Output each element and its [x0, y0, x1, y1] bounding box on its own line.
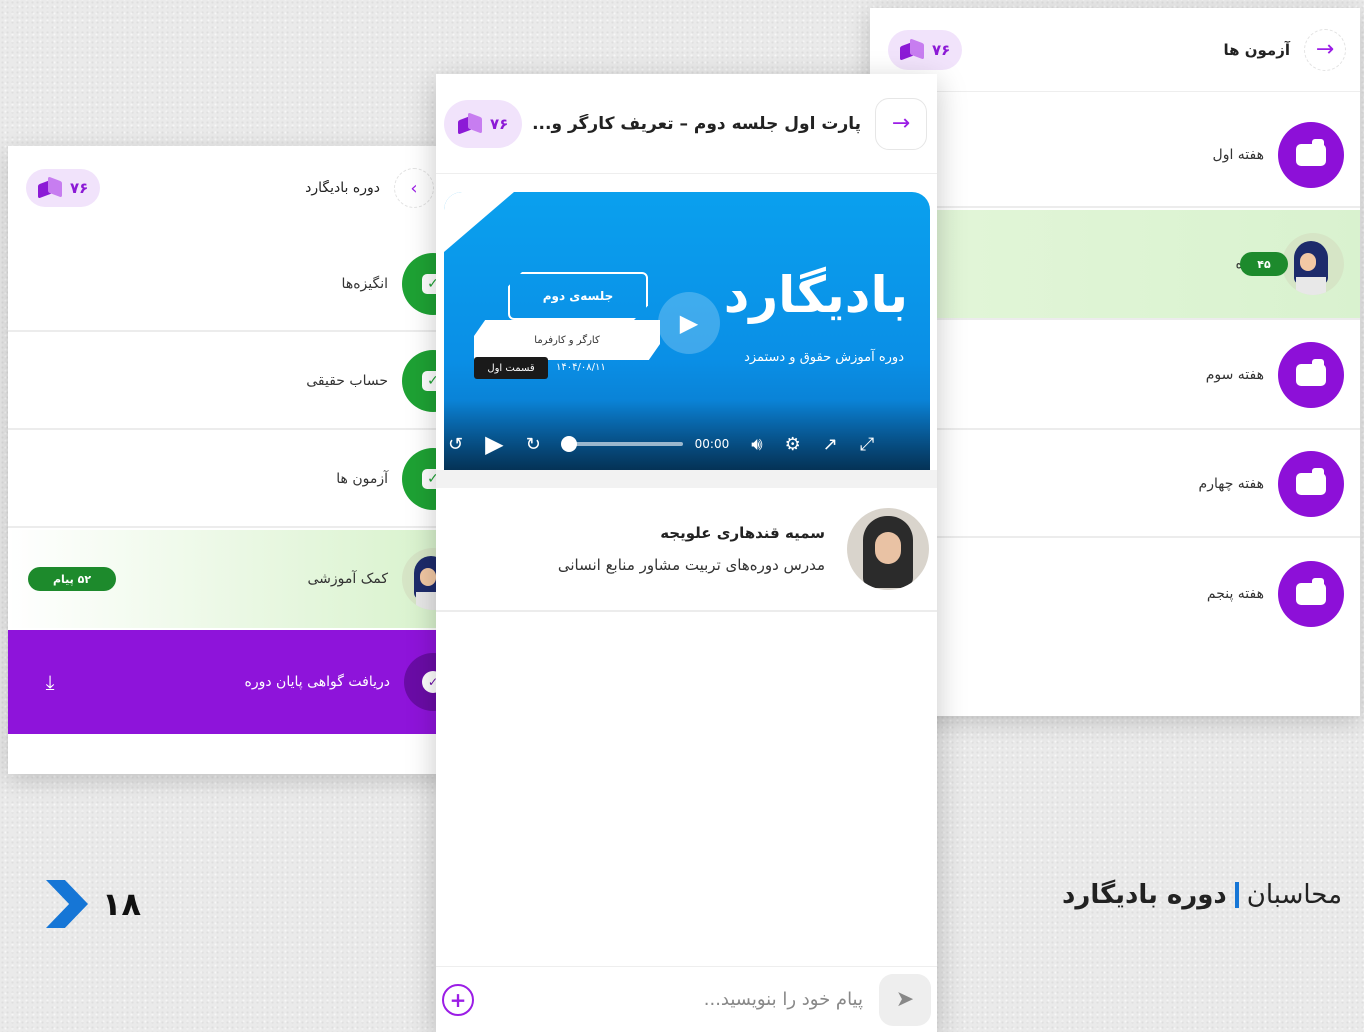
- folder-icon: [1278, 451, 1344, 517]
- rewind-icon[interactable]: ↺: [448, 434, 463, 455]
- list-item-label: هفته سوم: [1205, 367, 1264, 383]
- back-arrow-icon[interactable]: →: [875, 97, 927, 150]
- list-item-label: آزمون ها: [336, 471, 388, 487]
- teacher-role: مدرس دوره‌های تربیت مشاور منابع انسانی: [557, 556, 825, 574]
- certificate-button[interactable]: ✓ دریافت گواهی پایان دوره ⤓: [8, 630, 448, 734]
- download-icon[interactable]: ⤓: [30, 670, 70, 694]
- footer-brand: محاسبان دوره بادیگارد: [1062, 880, 1342, 910]
- list-item-label: کمک آموزشی: [307, 571, 388, 587]
- seek-bar[interactable]: [560, 436, 683, 452]
- back-arrow-icon[interactable]: →: [1304, 28, 1346, 71]
- exams-title: آزمون ها: [1223, 40, 1290, 59]
- status-badge: ۵۲ پیام: [28, 567, 116, 591]
- video-subtitle: دوره آموزش حقوق و دستمزد: [744, 350, 904, 365]
- list-item-week-4[interactable]: هفته چهارم: [870, 432, 1360, 538]
- lesson-header: → پارت اول جلسه دوم – تعریف کارگر و... ۷…: [436, 74, 937, 174]
- teacher-name: سمیه قندهاری علویجه: [660, 524, 825, 542]
- topic-label: کارگر و کارفرما: [474, 320, 660, 360]
- avatar: [1282, 233, 1344, 295]
- list-item-exams[interactable]: ✓ آزمون ها: [8, 432, 448, 528]
- divider: [1234, 882, 1239, 908]
- video-date: ۱۴۰۴/۰۸/۱۱: [556, 362, 606, 373]
- exams-panel: → آزمون ها ۷۶ هفته اول پروژه ۴۵ هفته سوم…: [870, 8, 1360, 716]
- list-item-label: هفته چهارم: [1198, 476, 1264, 492]
- score-value: ۷۶: [932, 40, 951, 59]
- footer-section: محاسبان: [1246, 880, 1342, 910]
- video-player[interactable]: بادیگارد دوره آموزش حقوق و دستمزد جلسه‌ی…: [444, 192, 930, 470]
- course-title: دوره بادیگارد: [305, 180, 380, 196]
- score-value: ۷۶: [70, 179, 89, 197]
- message-composer: ➤ +: [436, 966, 937, 1032]
- chevron-right-icon: [46, 880, 88, 928]
- teacher-card: سمیه قندهاری علویجه مدرس دوره‌های تربیت …: [436, 488, 937, 612]
- send-icon[interactable]: ➤: [879, 973, 931, 1026]
- exams-header: → آزمون ها ۷۶: [870, 8, 1360, 92]
- lesson-panel: → پارت اول جلسه دوم – تعریف کارگر و... ۷…: [436, 74, 937, 1032]
- video-controls: ↺ ▶ ↻ 00:00 🔊︎ ⚙ ↗ ⤢: [444, 400, 930, 470]
- course-header: › دوره بادیگارد ۷۶: [8, 146, 448, 230]
- add-icon[interactable]: +: [442, 983, 474, 1016]
- settings-icon[interactable]: ⚙: [785, 434, 801, 455]
- status-badge: ۴۵: [1240, 252, 1288, 276]
- list-item-week-1[interactable]: هفته اول: [870, 104, 1360, 208]
- message-input[interactable]: [474, 989, 879, 1010]
- list-item-label: انگیزه‌ها: [341, 276, 388, 292]
- logo-icon: [900, 40, 924, 60]
- score-badge[interactable]: ۷۶: [888, 29, 963, 70]
- list-item-label: هفته اول: [1212, 147, 1264, 163]
- list-item-support[interactable]: کمک آموزشی ۵۲ پیام: [8, 530, 448, 628]
- forward-icon[interactable]: ↻: [526, 434, 541, 455]
- logo-icon: [458, 114, 482, 134]
- session-label: جلسه‌ی دوم: [508, 272, 648, 320]
- lesson-title: پارت اول جلسه دوم – تعریف کارگر و...: [532, 113, 861, 134]
- course-panel: › دوره بادیگارد ۷۶ ✓ انگیزه‌ها ✓ حساب حق…: [8, 146, 448, 774]
- list-item-week-3[interactable]: هفته سوم: [870, 322, 1360, 430]
- time-display: 00:00: [694, 437, 730, 451]
- fullscreen-icon[interactable]: ⤢: [860, 434, 874, 455]
- page-number: ۱۸: [46, 880, 141, 928]
- folder-icon: [1278, 561, 1344, 627]
- score-badge[interactable]: ۷۶: [444, 99, 523, 148]
- teacher-avatar: [847, 508, 929, 590]
- list-item-project[interactable]: پروژه ۴۵: [870, 210, 1360, 320]
- play-icon[interactable]: ▶: [485, 430, 503, 458]
- back-arrow-icon[interactable]: ›: [394, 168, 434, 208]
- list-item-motivation[interactable]: ✓ انگیزه‌ها: [8, 238, 448, 332]
- score-badge[interactable]: ۷۶: [26, 169, 101, 207]
- logo-icon: [38, 178, 62, 198]
- list-item-label: هفته پنجم: [1206, 586, 1264, 602]
- certificate-label: دریافت گواهی پایان دوره: [244, 674, 390, 690]
- list-item-account[interactable]: ✓ حساب حقیقی: [8, 334, 448, 430]
- volume-icon[interactable]: 🔊︎: [751, 434, 762, 455]
- part-label: قسمت اول: [474, 357, 548, 379]
- page-number-value: ۱۸: [102, 885, 142, 923]
- list-item-week-5[interactable]: هفته پنجم: [870, 540, 1360, 648]
- footer-course: دوره بادیگارد: [1062, 880, 1227, 910]
- video-brand: بادیگارد: [723, 266, 909, 324]
- score-value: ۷۶: [490, 114, 509, 133]
- play-overlay-icon[interactable]: ▶: [658, 292, 720, 354]
- external-link-icon[interactable]: ↗: [823, 434, 838, 455]
- list-item-label: حساب حقیقی: [306, 373, 388, 389]
- folder-icon: [1278, 342, 1344, 408]
- folder-icon: [1278, 122, 1344, 188]
